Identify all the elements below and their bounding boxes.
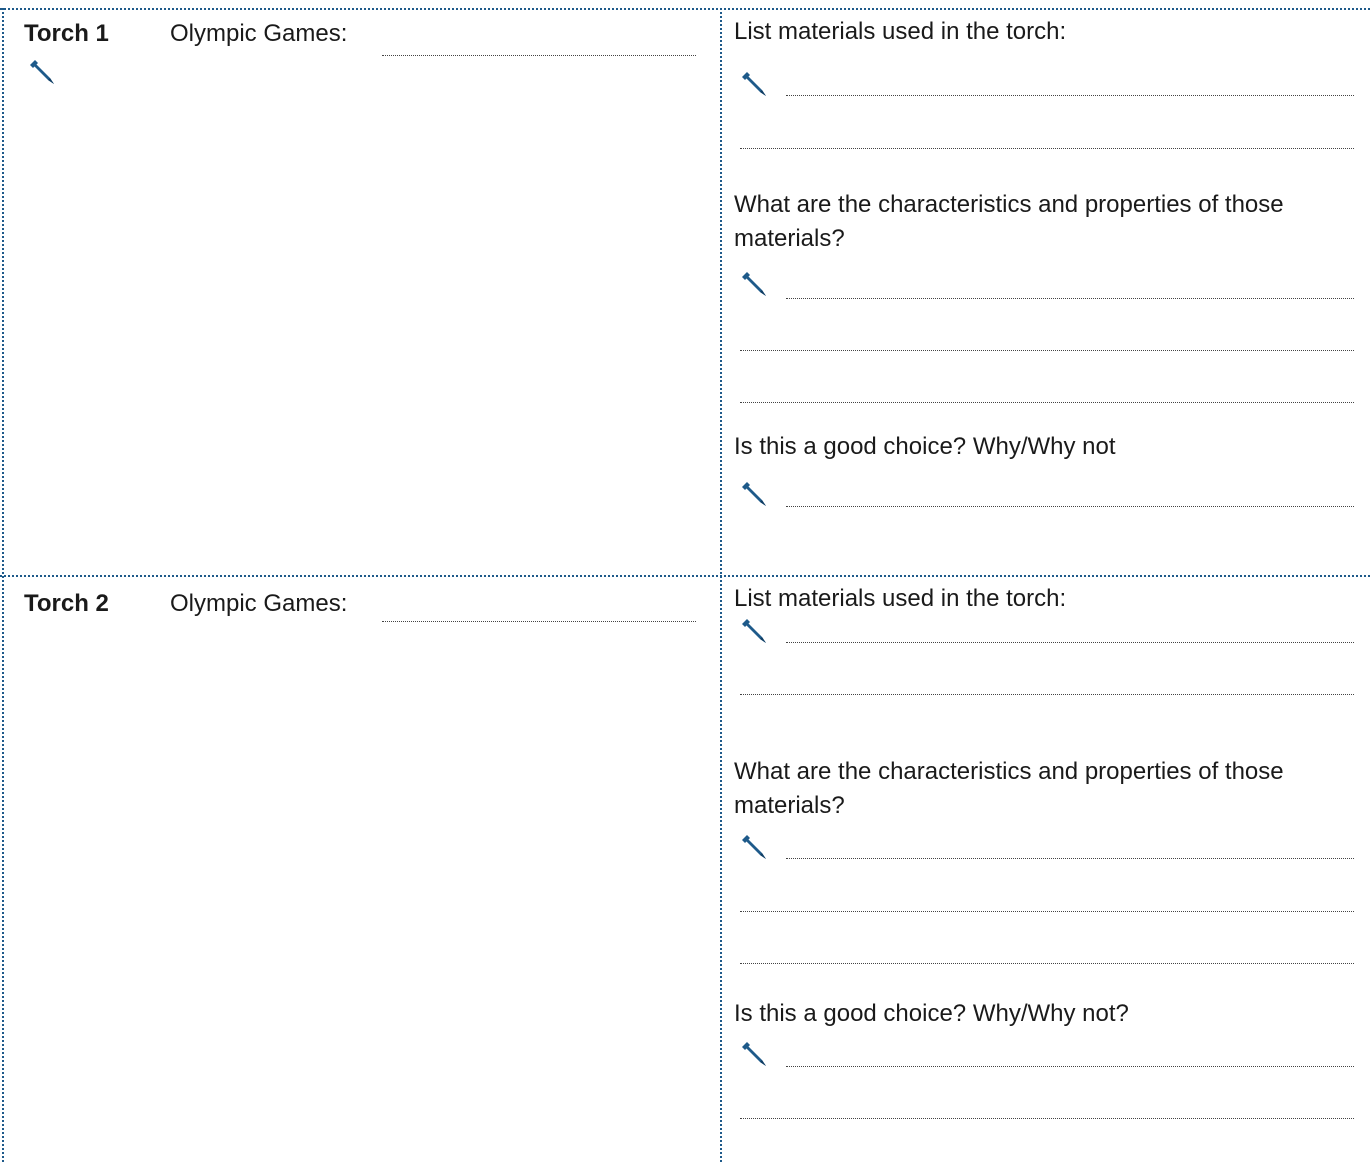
pencil-icon: [740, 833, 768, 861]
torch-1-properties-answer-line-3[interactable]: [740, 402, 1354, 403]
torch-2-question-properties: What are the characteristics and propert…: [734, 758, 1284, 819]
torch-2-games-answer-line[interactable]: [382, 621, 696, 622]
top-border: [0, 8, 1370, 10]
torch-1-games-label: Olympic Games:: [170, 20, 348, 47]
pencil-icon: [740, 70, 768, 98]
pencil-icon: [740, 1040, 768, 1068]
torch-1-question-materials: List materials used in the torch:: [734, 18, 1067, 45]
row-divider: [0, 575, 1370, 577]
left-border: [2, 8, 4, 1162]
torch-1-properties-answer-line-2[interactable]: [740, 350, 1354, 351]
pencil-icon: [28, 58, 56, 86]
pencil-icon: [740, 270, 768, 298]
column-divider: [720, 8, 722, 1162]
torch-1-games-answer-line[interactable]: [382, 55, 696, 56]
torch-2-games-label: Olympic Games:: [170, 590, 348, 617]
torch-2-question-choice: Is this a good choice? Why/Why not?: [734, 1000, 1129, 1027]
torch-2-title: Torch 2: [24, 590, 109, 617]
torch-1-properties-answer-line-1[interactable]: [786, 298, 1354, 299]
torch-2-materials-answer-line-2[interactable]: [740, 694, 1354, 695]
worksheet: Torch 1 Olympic Games: List materials us…: [0, 0, 1370, 1162]
pencil-icon: [740, 480, 768, 508]
pencil-icon: [740, 617, 768, 645]
torch-2-properties-answer-line-3[interactable]: [740, 963, 1354, 964]
torch-1-choice-answer-line-1[interactable]: [786, 506, 1354, 507]
torch-2-choice-answer-line-2[interactable]: [740, 1118, 1354, 1119]
torch-1-materials-answer-line-1[interactable]: [786, 95, 1354, 96]
torch-1-materials-answer-line-2[interactable]: [740, 148, 1354, 149]
torch-2-question-materials: List materials used in the torch:: [734, 585, 1067, 612]
torch-2-choice-answer-line-1[interactable]: [786, 1066, 1354, 1067]
torch-1-question-choice: Is this a good choice? Why/Why not: [734, 433, 1116, 460]
torch-2-materials-answer-line-1[interactable]: [786, 642, 1354, 643]
torch-1-title: Torch 1: [24, 20, 109, 47]
torch-1-question-properties: What are the characteristics and propert…: [734, 191, 1284, 252]
torch-2-properties-answer-line-1[interactable]: [786, 858, 1354, 859]
torch-2-properties-answer-line-2[interactable]: [740, 911, 1354, 912]
